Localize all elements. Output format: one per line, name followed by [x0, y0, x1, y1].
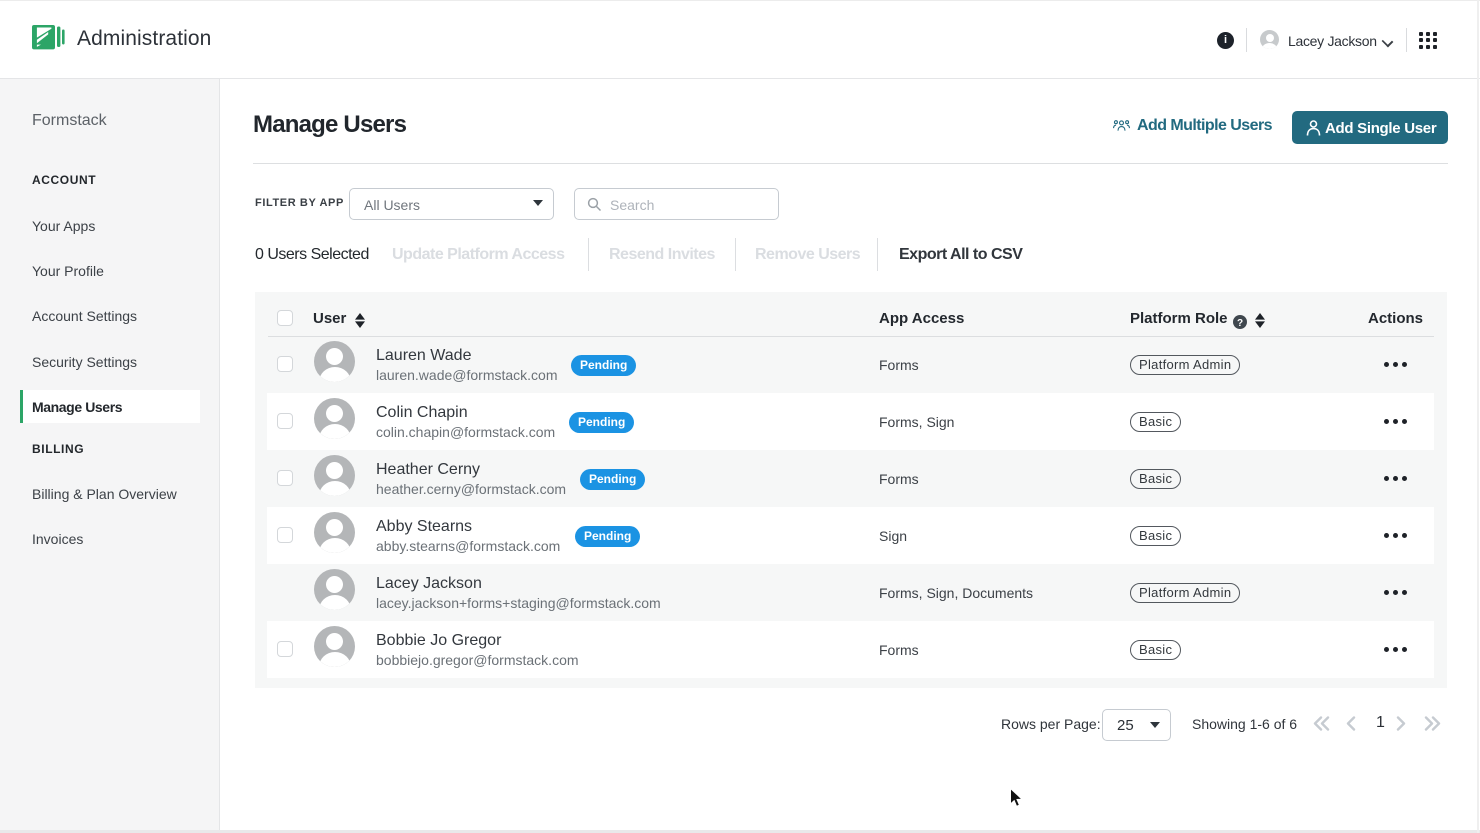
- svg-text:?: ?: [1237, 317, 1243, 328]
